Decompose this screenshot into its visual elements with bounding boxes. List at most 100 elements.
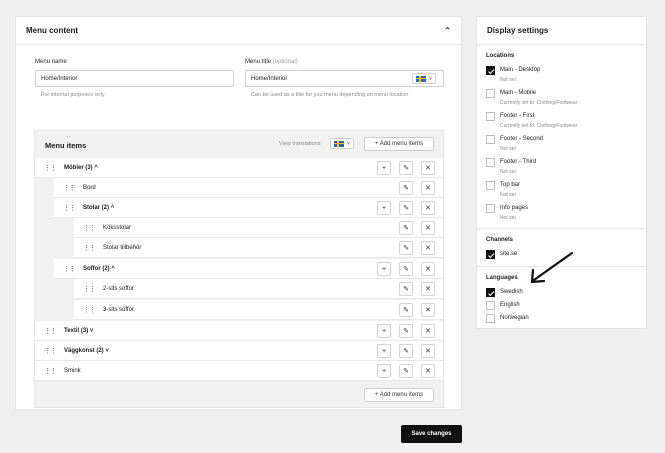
- delete-icon[interactable]: ✕: [421, 201, 435, 215]
- add-child-button[interactable]: +: [377, 364, 391, 378]
- menu-row-label: Möbler (3) ^: [64, 165, 98, 171]
- checkbox-top-bar[interactable]: [486, 181, 495, 190]
- drag-handle-icon[interactable]: ⋮⋮: [83, 279, 96, 299]
- delete-icon[interactable]: ✕: [421, 324, 435, 338]
- save-changes-button[interactable]: Save changes: [401, 425, 462, 443]
- menu-row[interactable]: ⋮⋮ Köksstolar ✎ ✕: [74, 218, 443, 238]
- location-status: Not set: [500, 169, 516, 175]
- drag-handle-icon[interactable]: ⋮⋮: [44, 321, 57, 341]
- chevron-down-icon: ˅: [347, 140, 350, 147]
- drag-handle-icon[interactable]: ⋮⋮: [44, 341, 57, 361]
- add-child-button[interactable]: +: [377, 161, 391, 175]
- drag-handle-icon[interactable]: ⋮⋮: [83, 238, 96, 258]
- edit-icon[interactable]: ✎: [399, 282, 413, 296]
- menu-row[interactable]: ⋮⋮ Väggkonst (2) ˅ + ✎ ✕: [35, 341, 443, 361]
- menu-row[interactable]: ⋮⋮ Stolar (2) ^ + ✎ ✕: [54, 198, 443, 218]
- checkbox-footer-second[interactable]: [486, 135, 495, 144]
- display-settings-header: Display settings: [477, 17, 646, 45]
- menu-row[interactable]: ⋮⋮ Möbler (3) ^ + ✎ ✕: [35, 158, 443, 178]
- menu-title-label: Menu title (optional): [245, 59, 298, 65]
- view-translations-select[interactable]: ˅: [330, 138, 354, 149]
- edit-icon[interactable]: ✎: [399, 161, 413, 175]
- add-child-button[interactable]: +: [377, 324, 391, 338]
- checkbox-swedish[interactable]: [486, 288, 495, 297]
- edit-icon[interactable]: ✎: [399, 324, 413, 338]
- locations-title: Locations: [486, 53, 515, 59]
- menu-row[interactable]: ⋮⋮ Smink + ✎ ✕: [35, 361, 443, 381]
- divider: [477, 228, 646, 229]
- edit-icon[interactable]: ✎: [399, 303, 413, 317]
- checkbox-site-se[interactable]: [486, 250, 495, 259]
- edit-icon[interactable]: ✎: [399, 364, 413, 378]
- location-status: Not set: [500, 146, 516, 152]
- add-menu-items-button-bottom[interactable]: + Add menu items: [364, 388, 434, 402]
- menu-row[interactable]: ⋮⋮ Soffor (2) ^ + ✎ ✕: [54, 259, 443, 279]
- delete-icon[interactable]: ✕: [421, 262, 435, 276]
- drag-handle-icon[interactable]: ⋮⋮: [83, 218, 96, 238]
- chevron-down-icon: ˅: [429, 75, 432, 82]
- chevron-up-icon[interactable]: ^: [111, 266, 115, 272]
- language-label: English: [500, 302, 520, 308]
- menu-row[interactable]: ⋮⋮ Bord ✎ ✕: [54, 178, 443, 198]
- collapse-chevron-icon[interactable]: ⌃: [444, 26, 451, 35]
- drag-handle-icon[interactable]: ⋮⋮: [63, 178, 76, 198]
- checkbox-footer-first[interactable]: [486, 112, 495, 121]
- checkbox-info-pages[interactable]: [486, 204, 495, 213]
- title-language-select[interactable]: ˅: [412, 73, 436, 84]
- checkbox-footer-third[interactable]: [486, 158, 495, 167]
- location-label: Info pages: [500, 205, 529, 211]
- checkbox-norwegian[interactable]: [486, 314, 495, 323]
- delete-icon[interactable]: ✕: [421, 282, 435, 296]
- location-label: Main - Desktop: [500, 67, 541, 73]
- checkbox-main-mobile[interactable]: [486, 89, 495, 98]
- add-child-button[interactable]: +: [377, 344, 391, 358]
- drag-handle-icon[interactable]: ⋮⋮: [44, 361, 57, 381]
- menu-row-label: Stolar (2) ^: [83, 205, 115, 211]
- delete-icon[interactable]: ✕: [421, 181, 435, 195]
- delete-icon[interactable]: ✕: [421, 364, 435, 378]
- menu-row-label: Smink: [64, 368, 81, 374]
- location-label: Footer - Second: [500, 136, 544, 142]
- optional-tag: (optional): [272, 59, 298, 65]
- menu-row[interactable]: ⋮⋮ 3-sits soffor ✎ ✕: [74, 300, 443, 320]
- delete-icon[interactable]: ✕: [421, 241, 435, 255]
- add-child-button[interactable]: +: [377, 201, 391, 215]
- edit-icon[interactable]: ✎: [399, 201, 413, 215]
- menu-row-label: 3-sits soffor: [103, 307, 134, 313]
- delete-icon[interactable]: ✕: [421, 344, 435, 358]
- menu-content-panel: Menu content ⌃ Menu name Home/Interior F…: [15, 16, 462, 410]
- checkbox-main-desktop[interactable]: [486, 66, 495, 75]
- edit-icon[interactable]: ✎: [399, 344, 413, 358]
- checkbox-english[interactable]: [486, 301, 495, 310]
- drag-handle-icon[interactable]: ⋮⋮: [44, 158, 57, 178]
- drag-handle-icon[interactable]: ⋮⋮: [63, 198, 76, 218]
- menu-items-header: Menu items View translations ˅ + Add men…: [35, 131, 443, 158]
- menu-row[interactable]: ⋮⋮ Textil (3) ˅ + ✎ ✕: [35, 321, 443, 341]
- add-menu-items-button[interactable]: + Add menu items: [364, 137, 434, 151]
- menu-name-input[interactable]: Home/Interior: [35, 70, 234, 87]
- edit-icon[interactable]: ✎: [399, 262, 413, 276]
- drag-handle-icon[interactable]: ⋮⋮: [63, 259, 76, 279]
- edit-icon[interactable]: ✎: [399, 221, 413, 235]
- menu-content-title: Menu content: [26, 26, 78, 35]
- delete-icon[interactable]: ✕: [421, 221, 435, 235]
- menu-name-hint: For internal purposes only: [41, 92, 105, 98]
- swedish-flag-icon: [416, 75, 426, 82]
- menu-row[interactable]: ⋮⋮ 2-sits soffor ✎ ✕: [74, 279, 443, 299]
- drag-handle-icon[interactable]: ⋮⋮: [83, 300, 96, 320]
- location-label: Main - Mobile: [500, 90, 537, 96]
- menu-row-label: Väggkonst (2) ˅: [64, 348, 109, 354]
- chevron-up-icon[interactable]: ^: [111, 205, 115, 211]
- edit-icon[interactable]: ✎: [399, 241, 413, 255]
- menu-row[interactable]: ⋮⋮ Stolar tillbehör ✎ ✕: [74, 238, 443, 258]
- delete-icon[interactable]: ✕: [421, 161, 435, 175]
- chevron-up-icon[interactable]: ^: [94, 165, 98, 171]
- menu-row-label: Stolar tillbehör: [103, 245, 142, 251]
- delete-icon[interactable]: ✕: [421, 303, 435, 317]
- edit-icon[interactable]: ✎: [399, 181, 413, 195]
- menu-content-header[interactable]: Menu content ⌃: [16, 17, 461, 45]
- chevron-down-icon[interactable]: ˅: [105, 348, 109, 354]
- menu-row-label: Köksstolar: [103, 225, 132, 231]
- chevron-down-icon[interactable]: ˅: [90, 328, 94, 334]
- add-child-button[interactable]: +: [377, 262, 391, 276]
